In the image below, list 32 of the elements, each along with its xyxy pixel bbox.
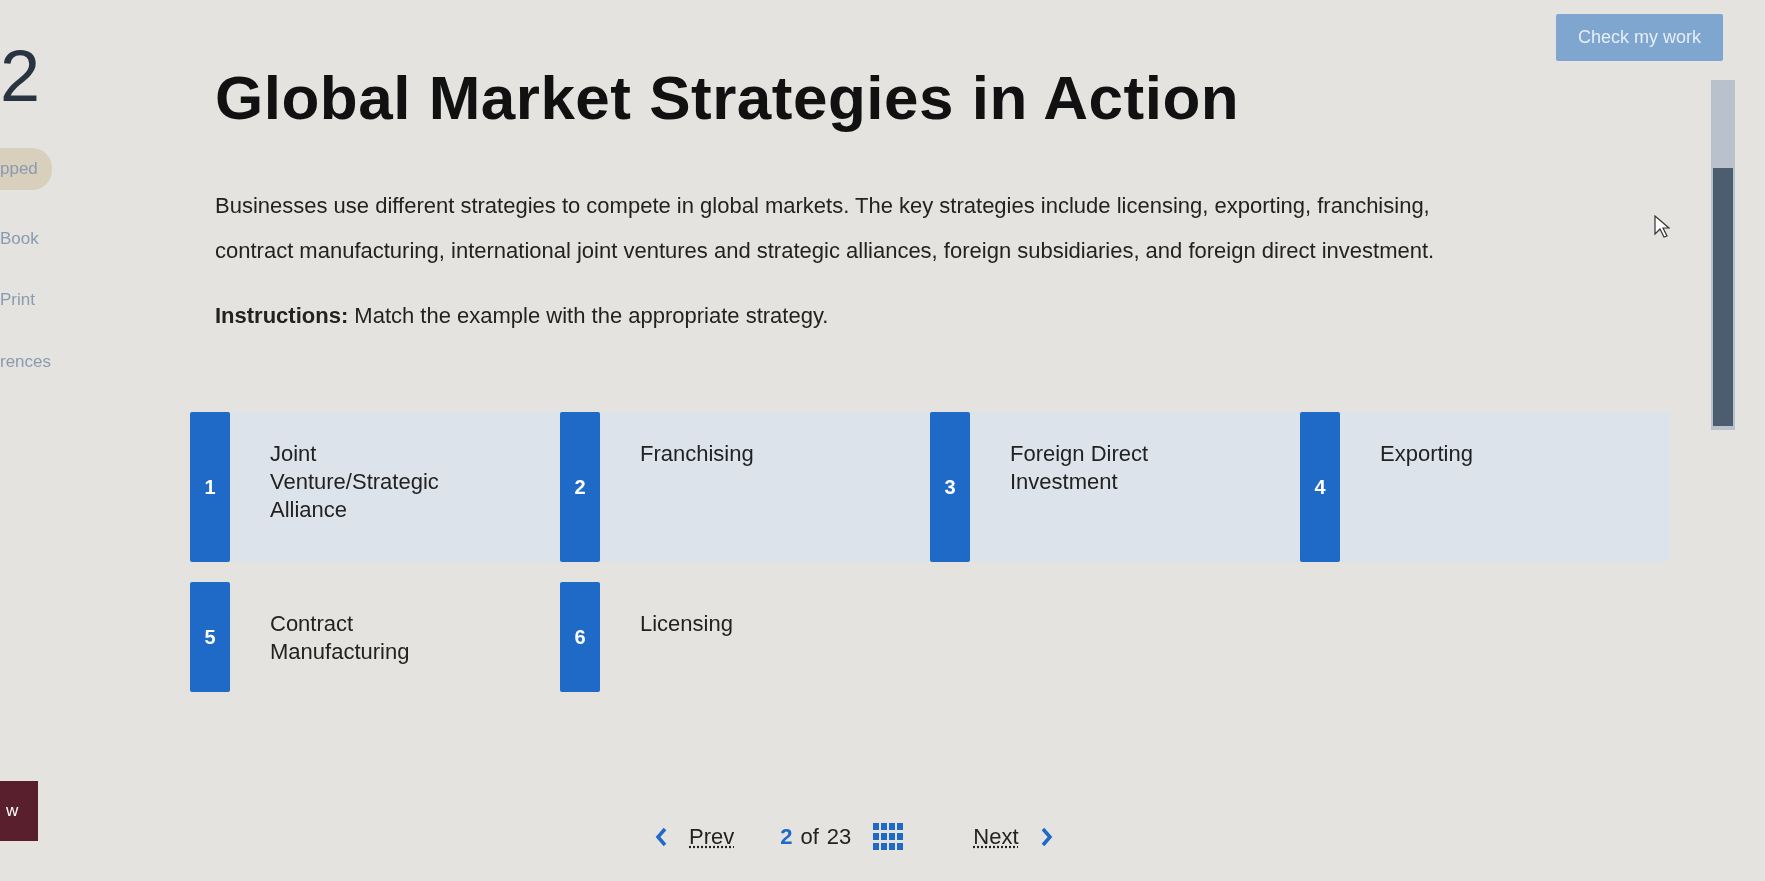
sidebar-pill[interactable]: pped bbox=[0, 148, 52, 190]
scrollbar[interactable] bbox=[1711, 80, 1735, 430]
sidebar-link[interactable]: Print bbox=[0, 287, 70, 313]
number-badge: 4 bbox=[1300, 412, 1340, 563]
chevron-left-icon[interactable] bbox=[655, 826, 667, 847]
page-of-text: of bbox=[800, 823, 819, 851]
number-badge: 3 bbox=[930, 412, 970, 563]
mouse-pointer-icon bbox=[1654, 215, 1670, 239]
strategy-label: Franchising bbox=[640, 440, 755, 469]
chapter-number: 2 bbox=[0, 40, 41, 112]
page-title: Global Market Strategies in Action bbox=[215, 62, 1241, 134]
chevron-right-icon[interactable] bbox=[1040, 826, 1053, 847]
number-badge: 2 bbox=[560, 412, 600, 563]
page-number: 2 bbox=[780, 823, 793, 851]
number-badge: 6 bbox=[560, 582, 600, 693]
sidebar-link[interactable]: rences bbox=[0, 348, 70, 374]
sidebar-link[interactable]: Book bbox=[0, 225, 70, 251]
instructions-text: Instructions: Match the example with the appropriate strategy. bbox=[215, 302, 830, 331]
sidebar-button[interactable]: w bbox=[0, 781, 38, 841]
strategy-label: Joint Venture/Strategic Alliance bbox=[270, 440, 440, 525]
strategy-label: Foreign Direct Investment bbox=[1010, 440, 1150, 497]
page-total: 23 bbox=[826, 823, 852, 851]
strategy-label: Contract Manufacturing bbox=[270, 610, 411, 667]
prev-link[interactable]: Prev bbox=[689, 820, 735, 853]
strategy-label: Licensing bbox=[640, 610, 734, 639]
check-my-work-button[interactable]: Check my work bbox=[1555, 14, 1723, 61]
number-badge: 1 bbox=[190, 412, 230, 563]
number-badge: 5 bbox=[190, 582, 230, 693]
next-link[interactable]: Next bbox=[973, 820, 1019, 853]
intro-paragraph: Businesses use different strategies to compete in global markets. The key strategies include licensing, exporting, franchising, contract manufacturing, international joint ventures and strategic alliances, foreign subsidiaries, and foreign direct investment. bbox=[215, 192, 1436, 266]
strategy-label: Exporting bbox=[1380, 440, 1474, 469]
grid-icon[interactable] bbox=[873, 822, 904, 851]
